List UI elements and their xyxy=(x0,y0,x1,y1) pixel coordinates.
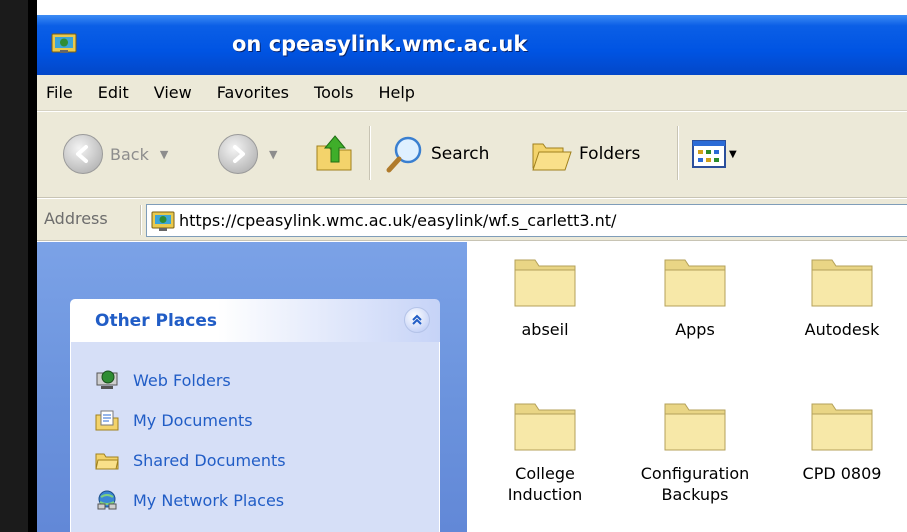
screen: on cpeasylink.wmc.ac.uk File Edit View F… xyxy=(0,0,907,532)
folder-item[interactable]: CPD 0809 xyxy=(772,394,907,484)
task-pane: Other Places Web Folders My Documents Sh… xyxy=(37,242,467,532)
other-place-web-folders[interactable]: Web Folders xyxy=(95,369,231,391)
search-icon xyxy=(386,136,422,173)
forward-button[interactable]: ▼ xyxy=(218,134,277,174)
menu-edit[interactable]: Edit xyxy=(86,83,142,102)
other-place-my-documents[interactable]: My Documents xyxy=(95,409,253,431)
other-places-list: Web Folders My Documents Shared Document… xyxy=(70,342,440,532)
other-place-shared-documents[interactable]: Shared Documents xyxy=(95,449,286,471)
folder-icon xyxy=(664,259,726,307)
menu-view[interactable]: View xyxy=(142,83,205,102)
desktop-left-edge xyxy=(0,0,37,532)
folder-icon xyxy=(664,403,726,451)
other-place-my-network-places[interactable]: My Network Places xyxy=(95,489,284,511)
forward-dropdown-icon[interactable]: ▼ xyxy=(269,148,277,161)
views-icon xyxy=(692,140,726,168)
web-folder-icon xyxy=(51,33,77,53)
folder-item[interactable]: College Induction xyxy=(475,394,615,505)
address-value: https://cpeasylink.wmc.ac.uk/easylink/wf… xyxy=(179,211,617,230)
up-folder-icon[interactable] xyxy=(314,130,354,174)
folder-item[interactable]: Apps xyxy=(625,250,765,340)
search-label: Search xyxy=(431,144,490,164)
menu-help[interactable]: Help xyxy=(366,83,427,102)
file-list: abseil Apps Autodesk College Induction C… xyxy=(467,242,907,532)
folder-icon xyxy=(514,403,576,451)
folders-icon xyxy=(532,143,572,171)
other-places-title: Other Places xyxy=(95,311,217,331)
address-input[interactable]: https://cpeasylink.wmc.ac.uk/easylink/wf… xyxy=(146,204,907,237)
folder-item[interactable]: Autodesk xyxy=(772,250,907,340)
back-button[interactable]: Back ▼ xyxy=(63,134,168,174)
window-title: on cpeasylink.wmc.ac.uk xyxy=(232,32,528,56)
address-bar: Address https://cpeasylink.wmc.ac.uk/eas… xyxy=(37,199,907,241)
explorer-window: on cpeasylink.wmc.ac.uk File Edit View F… xyxy=(37,0,907,532)
views-button[interactable]: ▼ xyxy=(692,139,737,169)
search-button[interactable]: Search xyxy=(385,134,489,174)
address-label: Address xyxy=(44,209,108,228)
web-folders-icon xyxy=(96,370,118,389)
standard-toolbar: Back ▼ ▼ Search Folders ▼ xyxy=(37,112,907,198)
folder-icon xyxy=(811,403,873,451)
my-documents-icon xyxy=(95,410,119,431)
folder-icon xyxy=(514,259,576,307)
views-dropdown-icon[interactable]: ▼ xyxy=(729,149,737,160)
back-label: Back xyxy=(110,144,149,164)
menu-file[interactable]: File xyxy=(37,83,86,102)
forward-arrow-icon xyxy=(218,134,258,174)
folder-item[interactable]: Configuration Backups xyxy=(625,394,765,505)
shared-documents-icon xyxy=(95,453,119,470)
menu-favorites[interactable]: Favorites xyxy=(205,83,302,102)
folders-label: Folders xyxy=(579,144,641,164)
web-folder-icon xyxy=(151,211,175,231)
other-places-header[interactable]: Other Places xyxy=(70,299,440,342)
back-arrow-icon xyxy=(63,134,103,174)
folder-icon xyxy=(811,259,873,307)
title-bar[interactable]: on cpeasylink.wmc.ac.uk xyxy=(37,15,907,75)
folder-item[interactable]: abseil xyxy=(475,250,615,340)
network-places-icon xyxy=(97,490,117,510)
menu-bar: File Edit View Favorites Tools Help xyxy=(37,75,907,111)
menu-tools[interactable]: Tools xyxy=(302,83,366,102)
folders-button[interactable]: Folders xyxy=(531,134,640,174)
collapse-chevron-icon[interactable] xyxy=(404,307,430,333)
back-dropdown-icon[interactable]: ▼ xyxy=(160,148,168,161)
